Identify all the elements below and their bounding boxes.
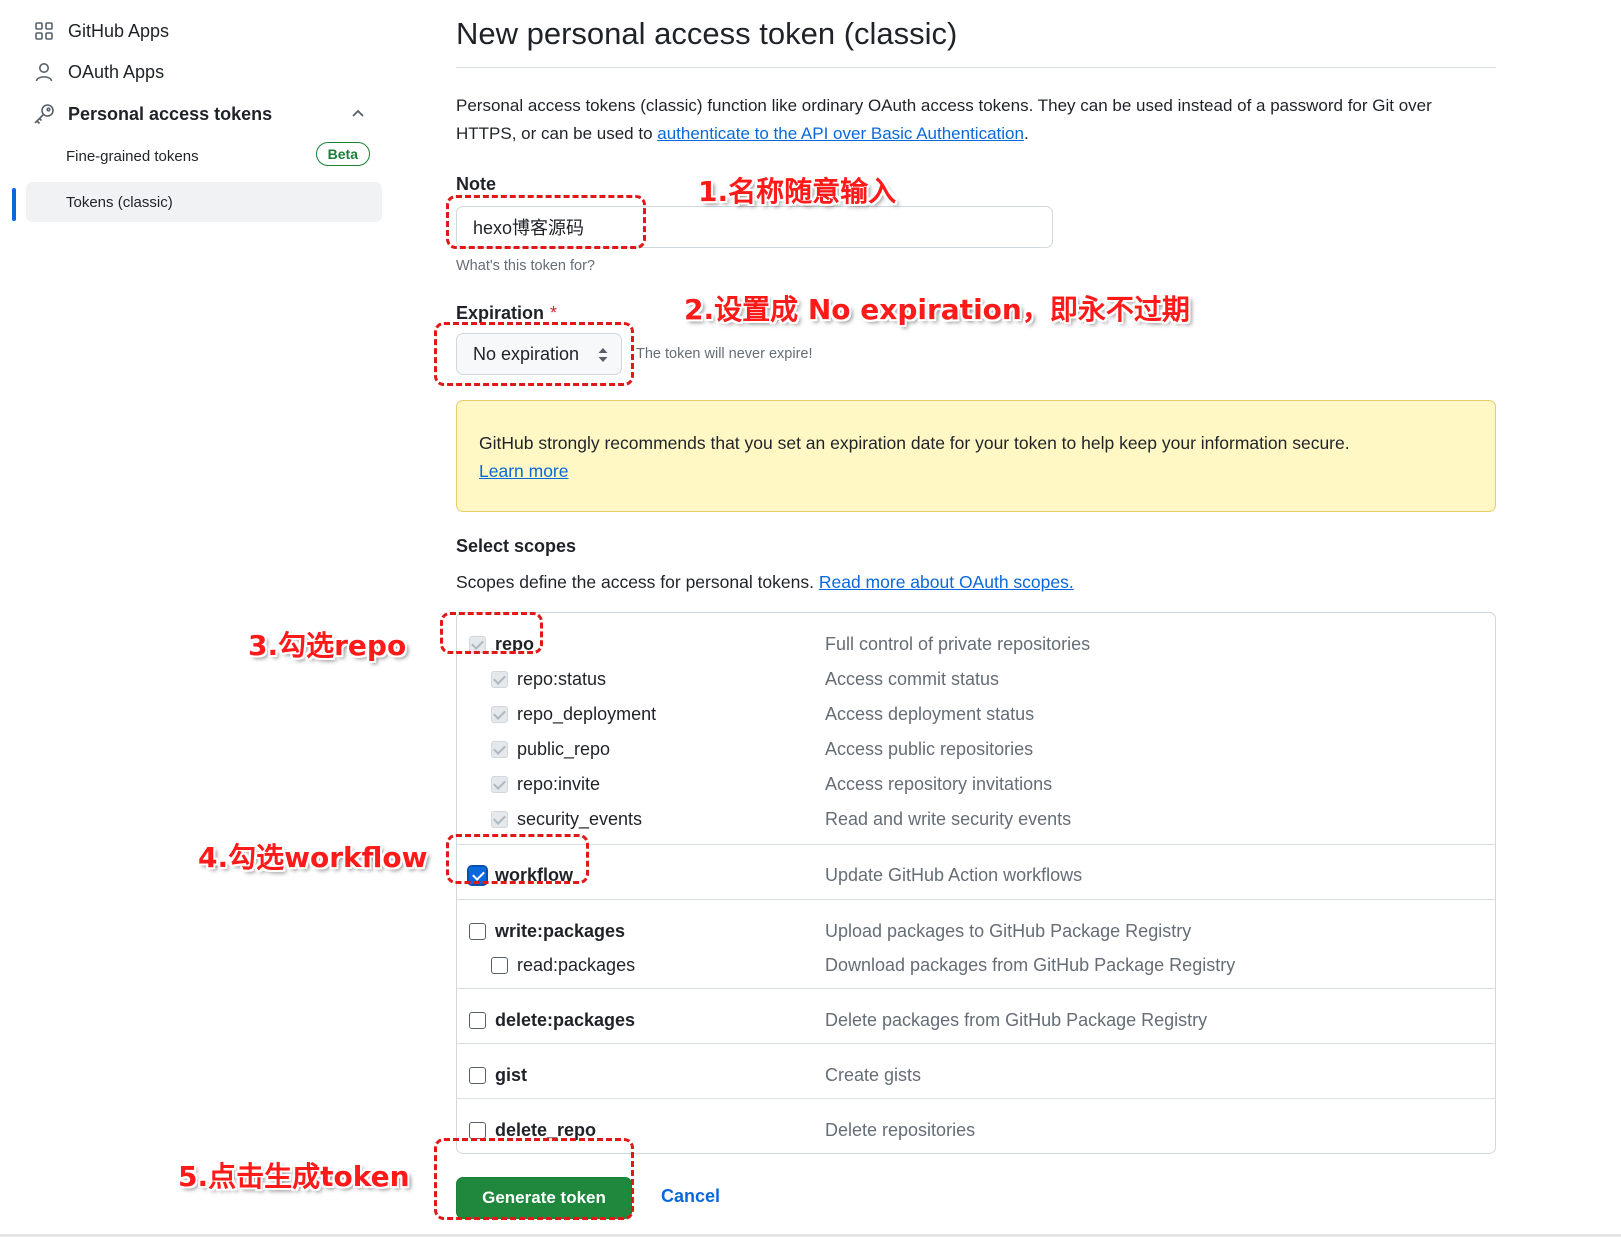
page-title: New personal access token (classic): [456, 16, 958, 51]
scope-checkbox[interactable]: [469, 1066, 486, 1084]
expiration-label-text: Expiration: [456, 303, 545, 323]
scope-desc: Access deployment status: [825, 703, 1035, 724]
annotation-box-repo: [440, 612, 543, 654]
scope-row-delete-packages[interactable]: delete:packages Delete packages from Git…: [457, 1005, 1495, 1035]
scopes-desc-text: Scopes define the access for personal to…: [456, 572, 819, 592]
scope-row-repo-deployment[interactable]: repo_deployment Access deployment status: [457, 699, 1495, 729]
scope-name: write:packages: [495, 920, 626, 941]
sidebar-item-label: GitHub Apps: [68, 20, 170, 41]
sidebar-item-label: Tokens (classic): [66, 193, 173, 211]
sidebar-item-label: Fine-grained tokens: [66, 147, 199, 165]
sidebar-item-personal-access-tokens[interactable]: Personal access tokens: [26, 95, 382, 133]
annotation-1: 1.名称随意输入: [698, 175, 897, 208]
annotation-2: 2.设置成 No expiration，即永不过期: [684, 293, 1190, 326]
scope-checkbox[interactable]: [491, 810, 508, 828]
scope-row-read-packages[interactable]: read:packages Download packages from Git…: [457, 950, 1495, 980]
divider: [456, 67, 1496, 68]
scope-checkbox[interactable]: [469, 1121, 486, 1139]
note-hint: What's this token for?: [456, 258, 595, 274]
person-icon: [32, 60, 56, 84]
scopes-list: repo Full control of private repositorie…: [456, 612, 1496, 1154]
scope-checkbox[interactable]: [491, 956, 508, 974]
sidebar-item-label: OAuth Apps: [68, 61, 165, 82]
scopes-description: Scopes define the access for personal to…: [456, 572, 1074, 593]
divider: [457, 1098, 1495, 1099]
warning-text: GitHub strongly recommends that you set …: [479, 433, 1350, 453]
scope-row-security-events[interactable]: security_events Read and write security …: [457, 804, 1495, 834]
scope-desc: Full control of private repositories: [825, 633, 1091, 654]
divider: [457, 988, 1495, 989]
annotation-box-expiration: [434, 322, 634, 386]
basic-auth-link[interactable]: authenticate to the API over Basic Authe…: [657, 124, 1024, 143]
scope-row-gist[interactable]: gist Create gists: [457, 1060, 1495, 1090]
scope-checkbox[interactable]: [491, 670, 508, 688]
scope-row-workflow[interactable]: workflow Update GitHub Action workflows: [457, 860, 1495, 890]
scopes-heading: Select scopes: [456, 536, 577, 556]
required-mark: *: [550, 303, 558, 323]
scope-row-repo[interactable]: repo Full control of private repositorie…: [457, 629, 1495, 659]
settings-sidebar: GitHub Apps OAuth Apps Personal access t…: [0, 0, 400, 240]
scope-name: read:packages: [517, 954, 636, 975]
expiration-hint: The token will never expire!: [636, 346, 813, 362]
scope-desc: Access public repositories: [825, 738, 1034, 759]
apps-grid-icon: [32, 19, 56, 43]
cancel-link[interactable]: Cancel: [661, 1186, 720, 1207]
scope-name: repo:status: [517, 668, 607, 689]
active-indicator: [12, 188, 16, 221]
scope-name: repo_deployment: [517, 703, 657, 724]
sidebar-item-github-apps[interactable]: GitHub Apps: [26, 12, 382, 50]
scope-row-public-repo[interactable]: public_repo Access public repositories: [457, 734, 1495, 764]
expiration-label: Expiration *: [456, 303, 557, 324]
beta-badge: Beta: [315, 142, 370, 166]
scope-name: repo:invite: [517, 773, 601, 794]
divider: [457, 899, 1495, 900]
oauth-scopes-link[interactable]: Read more about OAuth scopes.: [819, 572, 1074, 592]
scope-checkbox[interactable]: [469, 1011, 486, 1029]
annotation-box-note: [446, 195, 646, 249]
scope-row-repo-status[interactable]: repo:status Access commit status: [457, 664, 1495, 694]
scope-desc: Access repository invitations: [825, 773, 1053, 794]
intro-end: .: [1023, 124, 1029, 143]
key-icon: [32, 102, 56, 126]
note-label: Note: [456, 174, 496, 194]
scope-desc: Update GitHub Action workflows: [825, 864, 1083, 885]
scope-checkbox[interactable]: [491, 740, 508, 758]
annotation-box-generate: [434, 1138, 634, 1220]
sidebar-item-tokens-classic[interactable]: Tokens (classic): [26, 182, 382, 222]
divider: [457, 1043, 1495, 1044]
learn-more-link[interactable]: Learn more: [479, 461, 569, 481]
scope-desc: Access commit status: [825, 668, 1000, 689]
sidebar-item-oauth-apps[interactable]: OAuth Apps: [26, 53, 382, 91]
scope-desc: Upload packages to GitHub Package Regist…: [825, 920, 1192, 941]
scope-checkbox[interactable]: [491, 705, 508, 723]
sidebar-item-label: Personal access tokens: [68, 103, 273, 124]
annotation-5: 5.点击生成token: [178, 1160, 410, 1193]
scope-desc: Create gists: [825, 1064, 922, 1085]
scope-row-write-packages[interactable]: write:packages Upload packages to GitHub…: [457, 916, 1495, 946]
annotation-3: 3.勾选repo: [248, 629, 407, 662]
scope-name: security_events: [517, 808, 643, 829]
scope-desc: Read and write security events: [825, 808, 1072, 829]
scope-name: delete:packages: [495, 1009, 636, 1030]
scope-desc: Download packages from GitHub Package Re…: [825, 954, 1236, 975]
scope-checkbox[interactable]: [469, 922, 486, 940]
annotation-4: 4.勾选workflow: [198, 841, 428, 874]
annotation-box-workflow: [446, 834, 589, 884]
scope-row-repo-invite[interactable]: repo:invite Access repository invitation…: [457, 769, 1495, 799]
scope-checkbox[interactable]: [491, 775, 508, 793]
scope-name: public_repo: [517, 738, 611, 759]
expiration-warning: GitHub strongly recommends that you set …: [456, 400, 1496, 512]
scope-desc: Delete packages from GitHub Package Regi…: [825, 1009, 1208, 1030]
sidebar-item-fine-grained-tokens[interactable]: Fine-grained tokens Beta: [26, 136, 382, 176]
scope-name: gist: [495, 1064, 528, 1085]
divider: [457, 844, 1495, 845]
intro-paragraph: Personal access tokens (classic) functio…: [456, 92, 1496, 148]
scope-desc: Delete repositories: [825, 1119, 976, 1140]
chevron-up-icon[interactable]: [350, 105, 366, 126]
